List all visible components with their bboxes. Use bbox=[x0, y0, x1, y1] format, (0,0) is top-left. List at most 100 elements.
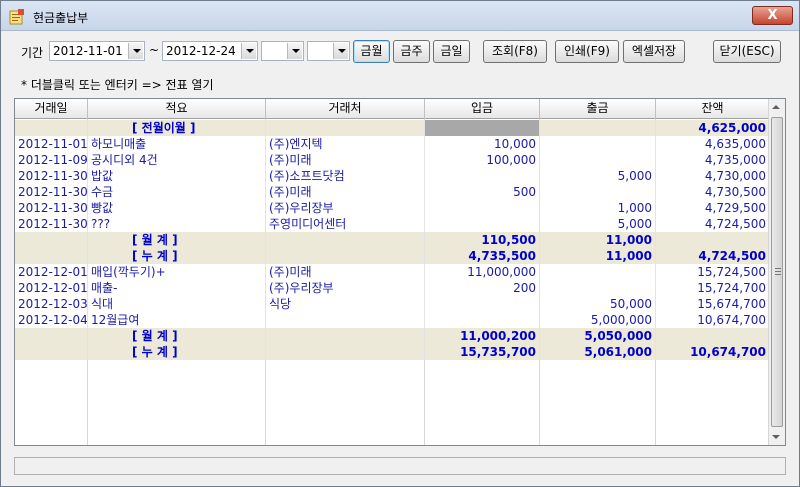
title-bar[interactable]: 현금출납부 X bbox=[1, 1, 799, 31]
cash-book-window: 현금출납부 X 기간 2012-11-01 ~ 2012-12-24 금월 금주… bbox=[0, 0, 800, 487]
cell-withdrawal bbox=[540, 264, 656, 280]
table-row[interactable]: 2012-11-30 수금 (주)미래 500 4,730,500 bbox=[15, 184, 770, 200]
cell-withdrawal: 11,000 bbox=[540, 232, 656, 248]
cell-party: (주)엔지텍 bbox=[266, 136, 425, 152]
cell-party: (주)미래 bbox=[266, 264, 425, 280]
scroll-thumb[interactable] bbox=[771, 117, 783, 427]
summary-row[interactable]: [ 월 계 ] 11,000,200 5,050,000 bbox=[15, 328, 770, 344]
cell-deposit bbox=[425, 120, 540, 136]
cell-balance: 4,729,500 bbox=[656, 200, 770, 216]
cell-party bbox=[266, 248, 425, 264]
cell-party: (주)소프트닷컴 bbox=[266, 168, 425, 184]
cell-withdrawal: 5,050,000 bbox=[540, 328, 656, 344]
window-title: 현금출납부 bbox=[33, 11, 89, 25]
period-label: 기간 bbox=[21, 46, 44, 60]
table-row[interactable]: 2012-11-01 하모니매출 (주)엔지텍 10,000 4,635,000 bbox=[15, 136, 770, 152]
toolbar: 기간 2012-11-01 ~ 2012-12-24 금월 금주 금일 조회(F… bbox=[1, 31, 799, 71]
cell-balance: 10,674,700 bbox=[656, 344, 770, 360]
column-header-balance[interactable]: 잔액 bbox=[656, 99, 770, 119]
cell-withdrawal bbox=[540, 136, 656, 152]
chevron-down-icon[interactable] bbox=[241, 43, 256, 59]
cell-party bbox=[266, 232, 425, 248]
cell-party bbox=[266, 312, 425, 328]
cell-party: 식당 bbox=[266, 296, 425, 312]
close-icon[interactable]: X bbox=[752, 6, 793, 25]
table-row[interactable]: 2012-11-30 빵값 (주)우리장부 1,000 4,729,500 bbox=[15, 200, 770, 216]
cell-memo: [ 월 계 ] bbox=[88, 232, 266, 248]
cell-balance: 15,724,500 bbox=[656, 264, 770, 280]
scroll-down-icon[interactable] bbox=[772, 435, 780, 439]
excel-save-button[interactable]: 엑셀저장 bbox=[623, 40, 685, 63]
cell-party bbox=[266, 120, 425, 136]
vertical-scrollbar[interactable] bbox=[768, 99, 785, 445]
column-header-withdrawal[interactable]: 출금 bbox=[540, 99, 656, 119]
cash-book-table[interactable]: 거래일 적요 거래처 입금 출금 잔액 [ 전월이월 ] 4,625,000 201… bbox=[14, 98, 786, 446]
cell-deposit: 10,000 bbox=[425, 136, 540, 152]
table-row[interactable]: 2012-12-03 식대 식당 50,000 15,674,700 bbox=[15, 296, 770, 312]
cell-memo: 밥값 bbox=[88, 168, 266, 184]
cell-balance: 4,625,000 bbox=[656, 120, 770, 136]
summary-row[interactable]: [ 누 계 ] 4,735,500 11,000 4,724,500 bbox=[15, 248, 770, 264]
table-row[interactable]: 2012-11-30 밥값 (주)소프트닷컴 5,000 4,730,000 bbox=[15, 168, 770, 184]
summary-row[interactable]: [ 전월이월 ] 4,625,000 bbox=[15, 120, 770, 136]
chevron-down-icon[interactable] bbox=[128, 43, 143, 59]
date-from-select[interactable]: 2012-11-01 bbox=[49, 41, 145, 61]
cell-deposit bbox=[425, 296, 540, 312]
close-button[interactable]: 닫기(ESC) bbox=[713, 40, 781, 63]
table-row[interactable]: 2012-12-01 매출- (주)우리장부 200 15,724,700 bbox=[15, 280, 770, 296]
this-week-button[interactable]: 금주 bbox=[393, 40, 430, 63]
cell-memo: ??? bbox=[88, 216, 266, 232]
cell-balance: 4,635,000 bbox=[656, 136, 770, 152]
cell-deposit bbox=[425, 200, 540, 216]
table-row[interactable]: 2012-12-04 12월급여 5,000,000 10,674,700 bbox=[15, 312, 770, 328]
range-tilde: ~ bbox=[149, 43, 160, 57]
query-button[interactable]: 조회(F8) bbox=[483, 40, 547, 63]
cell-party bbox=[266, 328, 425, 344]
summary-row[interactable]: [ 월 계 ] 110,500 11,000 bbox=[15, 232, 770, 248]
chevron-down-icon[interactable] bbox=[333, 43, 348, 59]
filter-select-1[interactable] bbox=[261, 41, 304, 61]
print-button[interactable]: 인쇄(F9) bbox=[555, 40, 619, 63]
cell-party: (주)미래 bbox=[266, 184, 425, 200]
this-month-button[interactable]: 금월 bbox=[353, 40, 390, 63]
cell-date bbox=[15, 232, 88, 248]
filter-select-2[interactable] bbox=[307, 41, 350, 61]
cell-date bbox=[15, 248, 88, 264]
cell-balance: 4,730,000 bbox=[656, 168, 770, 184]
today-button[interactable]: 금일 bbox=[433, 40, 470, 63]
table-row[interactable]: 2012-12-01 매입(깍두기)+ (주)미래 11,000,000 15,724,… bbox=[15, 264, 770, 280]
column-header-deposit[interactable]: 입금 bbox=[425, 99, 540, 119]
cell-deposit bbox=[425, 168, 540, 184]
grip-icon bbox=[775, 268, 781, 275]
cell-memo: [ 전월이월 ] bbox=[88, 120, 266, 136]
column-header-party[interactable]: 거래처 bbox=[266, 99, 425, 119]
column-header-date[interactable]: 거래일 bbox=[15, 99, 88, 119]
scroll-up-icon[interactable] bbox=[772, 105, 780, 109]
cell-balance bbox=[656, 232, 770, 248]
cell-party: 주영미디어센터 bbox=[266, 216, 425, 232]
cell-withdrawal: 5,061,000 bbox=[540, 344, 656, 360]
cell-balance: 15,724,700 bbox=[656, 280, 770, 296]
table-header: 거래일 적요 거래처 입금 출금 잔액 bbox=[15, 99, 770, 119]
table-row[interactable]: 2012-11-09 공시디외 4건 (주)미래 100,000 4,735,000 bbox=[15, 152, 770, 168]
cell-memo: 식대 bbox=[88, 296, 266, 312]
cell-withdrawal: 50,000 bbox=[540, 296, 656, 312]
cell-deposit: 100,000 bbox=[425, 152, 540, 168]
column-header-memo[interactable]: 적요 bbox=[88, 99, 266, 119]
cell-party bbox=[266, 344, 425, 360]
cell-date: 2012-11-30 bbox=[15, 200, 88, 216]
cell-memo: 공시디외 4건 bbox=[88, 152, 266, 168]
cell-balance: 4,724,500 bbox=[656, 216, 770, 232]
cell-memo: [ 누 계 ] bbox=[88, 344, 266, 360]
cell-deposit: 11,000,200 bbox=[425, 328, 540, 344]
chevron-down-icon[interactable] bbox=[287, 43, 302, 59]
cell-party: (주)미래 bbox=[266, 152, 425, 168]
table-row[interactable]: 2012-11-30??? 주영미디어센터 5,000 4,724,500 bbox=[15, 216, 770, 232]
cell-memo: 매출- bbox=[88, 280, 266, 296]
date-to-select[interactable]: 2012-12-24 bbox=[162, 41, 258, 61]
summary-row[interactable]: [ 누 계 ] 15,735,700 5,061,000 10,674,700 bbox=[15, 344, 770, 360]
date-from-value: 2012-11-01 bbox=[53, 44, 123, 58]
cell-party: (주)우리장부 bbox=[266, 200, 425, 216]
cell-balance: 4,735,000 bbox=[656, 152, 770, 168]
cell-date: 2012-11-30 bbox=[15, 184, 88, 200]
